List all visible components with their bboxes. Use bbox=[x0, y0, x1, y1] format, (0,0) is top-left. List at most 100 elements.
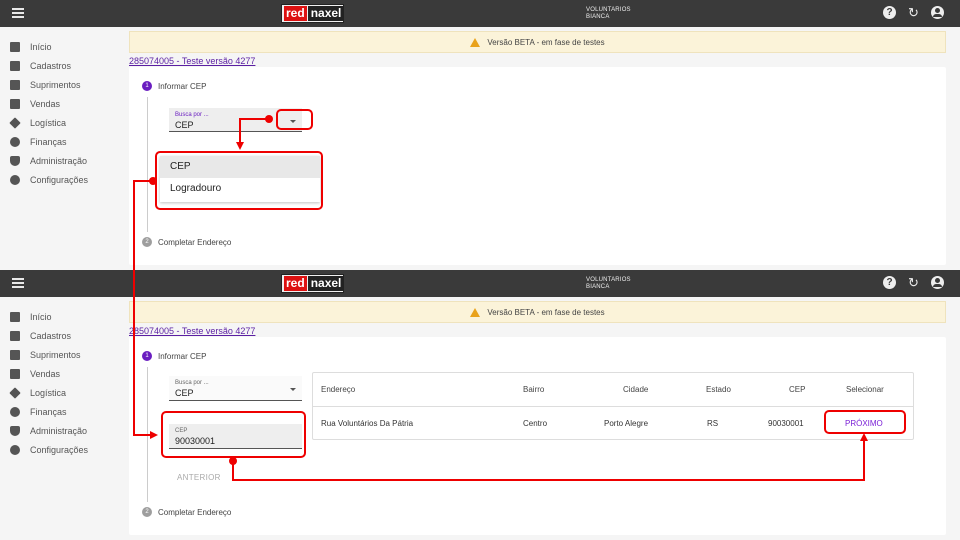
briefcase-icon bbox=[10, 349, 20, 360]
user-org: VOLUNTARIOS bbox=[586, 7, 631, 13]
step-number: 1 bbox=[142, 351, 152, 361]
shield-icon bbox=[10, 155, 20, 166]
annotation-arrow bbox=[236, 142, 244, 150]
sidebar-item-label: Cadastros bbox=[30, 60, 72, 71]
sidebar-item-administracao[interactable]: Administração bbox=[0, 421, 120, 440]
chevron-down-icon[interactable] bbox=[290, 388, 296, 391]
sidebar-item-label: Suprimentos bbox=[30, 349, 81, 360]
beta-banner-text: Versão BETA - em fase de testes bbox=[487, 307, 605, 317]
sidebar-item-label: Finanças bbox=[30, 406, 67, 417]
annotation-arrow bbox=[150, 431, 158, 439]
beta-banner: Versão BETA - em fase de testes bbox=[129, 301, 946, 323]
annotation-line bbox=[133, 270, 135, 435]
stepper-line bbox=[147, 97, 148, 232]
step-label: Informar CEP bbox=[158, 81, 207, 91]
logo-dark-text: naxel bbox=[307, 276, 345, 291]
column-header-cep: CEP bbox=[789, 385, 806, 394]
diamond-icon bbox=[9, 386, 21, 399]
cell-cep: 90030001 bbox=[768, 419, 804, 428]
logo-red-text: red bbox=[284, 276, 307, 291]
sidebar-item-financas[interactable]: Finanças bbox=[0, 402, 120, 421]
search-by-value: CEP bbox=[175, 388, 194, 398]
cart-icon bbox=[10, 368, 20, 379]
help-icon[interactable]: ? bbox=[883, 276, 896, 289]
column-header-endereco: Endereço bbox=[321, 385, 356, 394]
menu-icon[interactable] bbox=[12, 6, 24, 20]
screenshot-panel-results: red naxel VOLUNTARIOS BIANCA ? ↻ Início … bbox=[0, 270, 960, 540]
folder-icon bbox=[10, 60, 20, 71]
cell-endereco: Rua Voluntários Da Pátria bbox=[321, 419, 414, 428]
screenshot-panel-dropdown: red naxel VOLUNTARIOS BIANCA ? ↻ Início … bbox=[0, 0, 960, 270]
sidebar-item-inicio[interactable]: Início bbox=[0, 37, 120, 56]
sidebar-item-label: Configurações bbox=[30, 174, 89, 185]
sidebar-item-inicio[interactable]: Início bbox=[0, 307, 120, 326]
sidebar-item-vendas[interactable]: Vendas bbox=[0, 94, 120, 113]
annotation-line bbox=[863, 440, 865, 481]
sidebar: Início Cadastros Suprimentos Vendas Logí… bbox=[0, 37, 120, 189]
warning-icon bbox=[470, 307, 481, 317]
gear-icon bbox=[10, 174, 20, 185]
sidebar-item-label: Vendas bbox=[30, 368, 61, 379]
cell-bairro: Centro bbox=[523, 419, 548, 428]
step-label: Completar Endereço bbox=[158, 507, 232, 517]
annotation-line bbox=[133, 180, 135, 270]
sidebar-item-label: Logística bbox=[30, 387, 67, 398]
menu-icon[interactable] bbox=[12, 276, 24, 290]
step-label: Completar Endereço bbox=[158, 237, 232, 247]
dollar-icon bbox=[10, 406, 20, 417]
top-bar: red naxel VOLUNTARIOS BIANCA ? ↻ bbox=[0, 0, 960, 27]
search-by-select[interactable]: Busca por ... CEP bbox=[169, 376, 302, 401]
table-row: Rua Voluntários Da Pátria Centro Porto A… bbox=[313, 407, 913, 441]
column-header-bairro: Bairro bbox=[523, 385, 545, 394]
warning-icon bbox=[470, 37, 481, 47]
annotation-arrow bbox=[860, 433, 868, 441]
top-bar: red naxel VOLUNTARIOS BIANCA ? ↻ bbox=[0, 270, 960, 297]
column-header-selecionar: Selecionar bbox=[846, 385, 884, 394]
sidebar-item-suprimentos[interactable]: Suprimentos bbox=[0, 345, 120, 364]
account-icon[interactable] bbox=[931, 6, 944, 19]
annotation-box-dropdown bbox=[155, 151, 323, 210]
sidebar-item-administracao[interactable]: Administração bbox=[0, 151, 120, 170]
sidebar-item-configuracoes[interactable]: Configurações bbox=[0, 440, 120, 459]
sidebar-item-label: Vendas bbox=[30, 98, 61, 109]
column-header-estado: Estado bbox=[706, 385, 731, 394]
sidebar-item-label: Finanças bbox=[30, 136, 67, 147]
sidebar-item-vendas[interactable]: Vendas bbox=[0, 364, 120, 383]
sidebar-item-cadastros[interactable]: Cadastros bbox=[0, 326, 120, 345]
refresh-icon[interactable]: ↻ bbox=[907, 6, 920, 19]
cell-estado: RS bbox=[707, 419, 719, 428]
help-icon[interactable]: ? bbox=[883, 6, 896, 19]
sidebar-item-financas[interactable]: Finanças bbox=[0, 132, 120, 151]
annotation-line bbox=[240, 118, 270, 120]
sidebar-item-label: Configurações bbox=[30, 444, 89, 455]
folder-icon bbox=[10, 330, 20, 341]
sidebar-item-label: Início bbox=[30, 311, 52, 322]
refresh-icon[interactable]: ↻ bbox=[907, 276, 920, 289]
previous-button[interactable]: ANTERIOR bbox=[177, 473, 221, 482]
sidebar-item-label: Cadastros bbox=[30, 330, 72, 341]
sidebar-item-logistica[interactable]: Logística bbox=[0, 383, 120, 402]
sidebar-item-label: Administração bbox=[30, 425, 88, 436]
beta-banner: Versão BETA - em fase de testes bbox=[129, 31, 946, 53]
sidebar-item-cadastros[interactable]: Cadastros bbox=[0, 56, 120, 75]
home-icon bbox=[10, 311, 20, 322]
brand-logo[interactable]: red naxel bbox=[281, 4, 345, 23]
record-link[interactable]: 285074005 - Teste versão 4277 bbox=[129, 56, 255, 66]
beta-banner-text: Versão BETA - em fase de testes bbox=[487, 37, 605, 47]
brand-logo[interactable]: red naxel bbox=[281, 274, 345, 293]
record-link[interactable]: 285074005 - Teste versão 4277 bbox=[129, 326, 255, 336]
step-number: 2 bbox=[142, 507, 152, 517]
sidebar-item-configuracoes[interactable]: Configurações bbox=[0, 170, 120, 189]
sidebar-item-label: Início bbox=[30, 41, 52, 52]
annotation-line bbox=[232, 479, 865, 481]
step-number: 1 bbox=[142, 81, 152, 91]
logo-red-text: red bbox=[284, 6, 307, 21]
gear-icon bbox=[10, 444, 20, 455]
sidebar-item-suprimentos[interactable]: Suprimentos bbox=[0, 75, 120, 94]
annotation-line bbox=[232, 461, 234, 480]
sidebar-item-logistica[interactable]: Logística bbox=[0, 113, 120, 132]
account-icon[interactable] bbox=[931, 276, 944, 289]
dollar-icon bbox=[10, 136, 20, 147]
annotation-box-next bbox=[824, 410, 906, 434]
home-icon bbox=[10, 41, 20, 52]
